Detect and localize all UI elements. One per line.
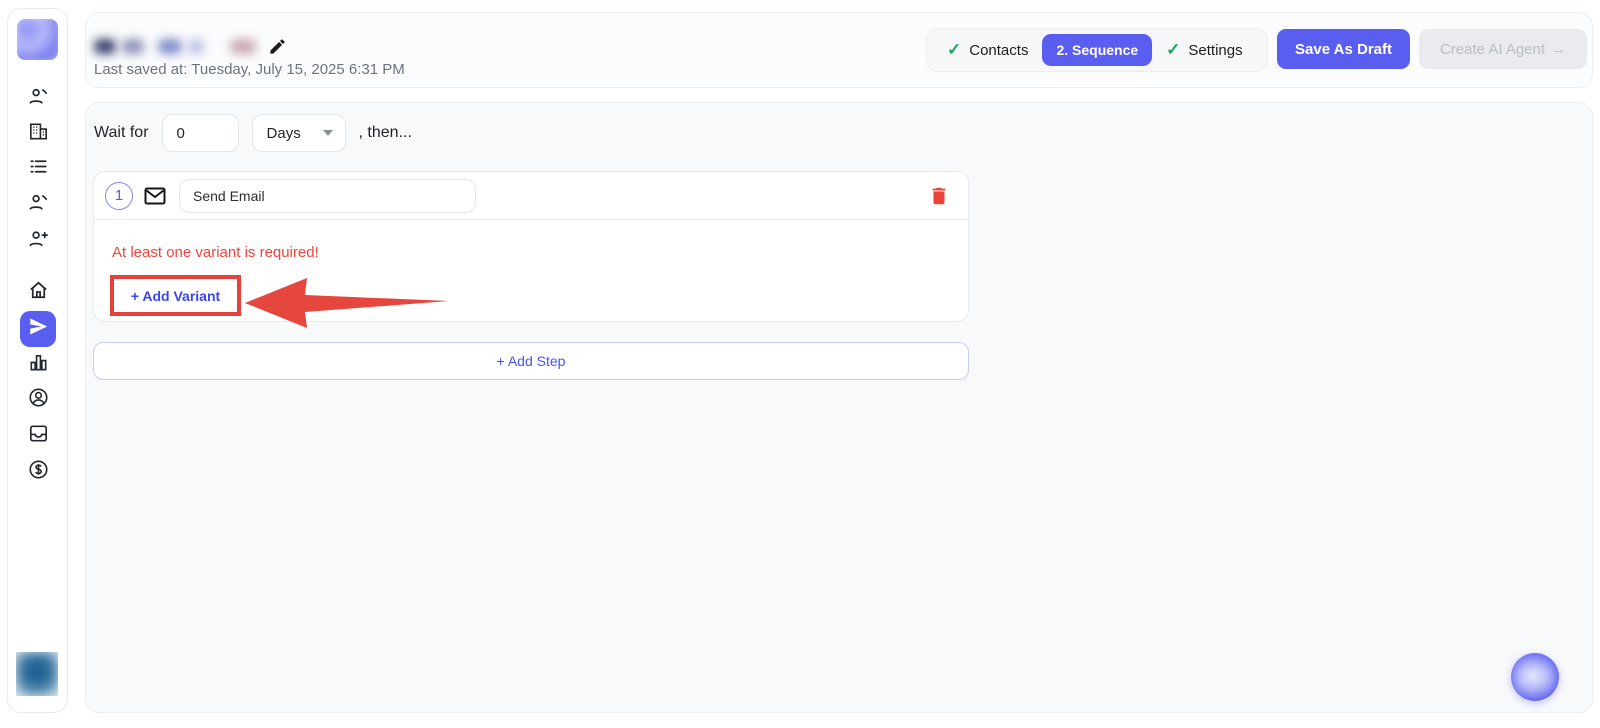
create-ai-agent-button[interactable]: Create AI Agent →	[1419, 29, 1587, 69]
annotation-arrow	[245, 277, 449, 329]
sidebar	[7, 8, 68, 713]
chat-widget-button[interactable]	[1511, 653, 1559, 701]
wait-unit-select[interactable]: Days	[252, 114, 346, 152]
save-as-draft-button[interactable]: Save As Draft	[1277, 29, 1410, 69]
step-number-badge: 1	[105, 182, 133, 210]
then-label: , then...	[359, 124, 412, 142]
tab-label: Settings	[1188, 42, 1242, 59]
add-variant-highlight-box: + Add Variant	[110, 275, 241, 316]
redacted-title-blob	[122, 39, 144, 54]
sequence-step-card: 1 At least one variant is required! + Ad…	[93, 171, 969, 322]
sidebar-item-inbox[interactable]	[20, 418, 56, 454]
sidebar-item-analytics[interactable]	[20, 347, 56, 383]
email-icon	[143, 184, 167, 208]
lists-icon	[27, 155, 50, 183]
people-icon	[27, 191, 50, 219]
last-saved-text: Last saved at: Tuesday, July 15, 2025 6:…	[94, 61, 405, 78]
home-icon	[27, 279, 50, 307]
step-type-input[interactable]	[179, 179, 476, 213]
redacted-title-blob	[94, 39, 116, 54]
check-icon: ✓	[947, 40, 961, 60]
add-variant-button[interactable]: + Add Variant	[131, 288, 220, 304]
tab-sequence-active[interactable]: 2. Sequence	[1042, 34, 1152, 66]
wait-row: Wait for Days , then...	[94, 113, 412, 153]
arrow-right-icon: →	[1551, 41, 1566, 58]
wait-duration-input[interactable]	[162, 114, 239, 152]
wizard-step-tabs: ✓ Contacts 2. Sequence ✓ Settings	[926, 28, 1268, 72]
tab-settings[interactable]: ✓ Settings	[1160, 40, 1248, 60]
tab-label: Contacts	[969, 42, 1028, 59]
step-header-row: 1	[94, 172, 968, 220]
edit-title-icon[interactable]	[268, 37, 287, 56]
chevron-down-icon	[323, 130, 333, 136]
sidebar-item-contacts[interactable]	[20, 81, 56, 117]
account-icon	[27, 386, 50, 414]
wait-unit-value: Days	[267, 125, 301, 142]
redacted-title-blob	[188, 39, 204, 54]
campaign-header: Last saved at: Tuesday, July 15, 2025 6:…	[85, 12, 1593, 88]
delete-step-icon[interactable]	[928, 184, 950, 208]
sidebar-item-home[interactable]	[20, 275, 56, 311]
variant-required-error: At least one variant is required!	[112, 244, 319, 261]
check-icon: ✓	[1166, 40, 1180, 60]
wait-for-label: Wait for	[94, 124, 149, 142]
redacted-title-blob	[230, 39, 256, 54]
sidebar-item-lists[interactable]	[20, 151, 56, 187]
app-logo[interactable]	[17, 19, 58, 60]
tab-contacts[interactable]: ✓ Contacts	[941, 40, 1034, 60]
contacts-icon	[27, 85, 50, 113]
sequence-builder-panel: Wait for Days , then... 1 At least one v…	[85, 102, 1593, 713]
campaign-title-redacted[interactable]	[94, 35, 287, 57]
redacted-title-blob	[158, 39, 182, 54]
sidebar-item-add-person[interactable]	[20, 223, 56, 259]
add-step-button[interactable]: + Add Step	[93, 342, 969, 380]
create-ai-agent-label: Create AI Agent	[1440, 41, 1545, 58]
step-body: At least one variant is required! + Add …	[94, 220, 968, 236]
sidebar-item-companies[interactable]	[20, 116, 56, 152]
workspace-logo[interactable]	[16, 652, 58, 696]
billing-icon	[27, 458, 50, 486]
sidebar-item-campaigns[interactable]	[20, 311, 56, 347]
inbox-icon	[27, 422, 50, 450]
analytics-icon	[27, 351, 50, 379]
sidebar-item-account[interactable]	[20, 382, 56, 418]
send-icon	[27, 315, 50, 343]
company-icon	[27, 120, 50, 148]
sidebar-item-people[interactable]	[20, 187, 56, 223]
add-person-icon	[27, 227, 50, 255]
sidebar-item-billing[interactable]	[20, 454, 56, 490]
